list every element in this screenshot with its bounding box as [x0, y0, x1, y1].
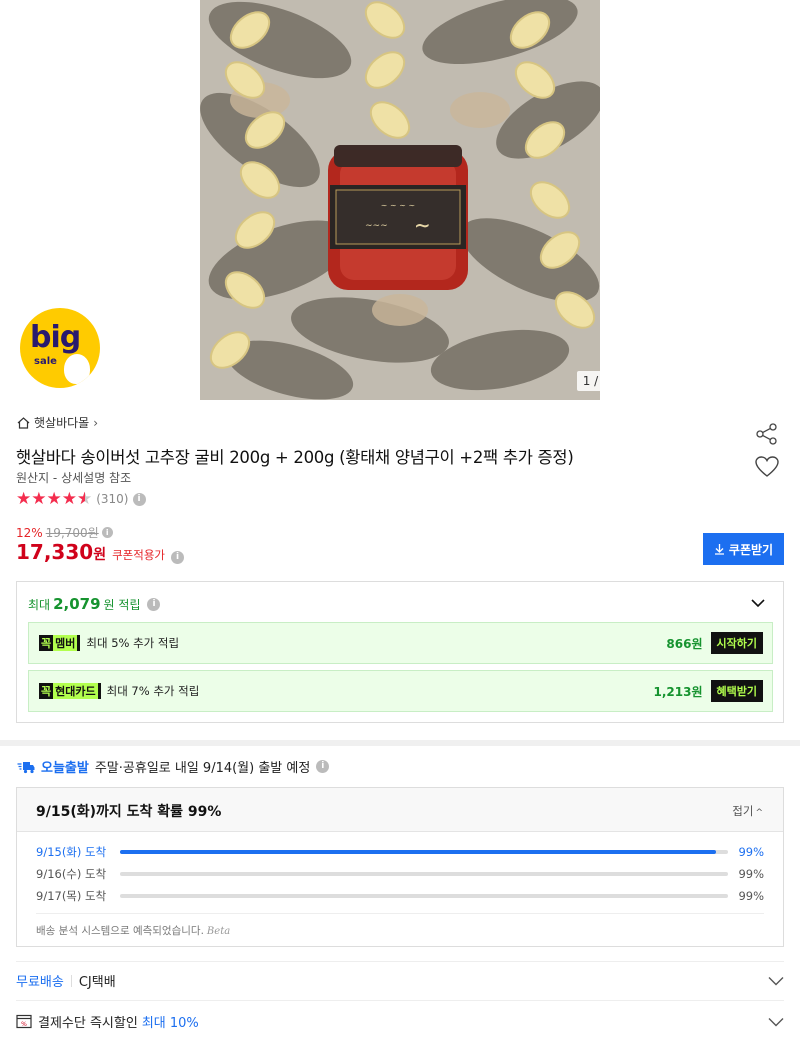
divider: [36, 913, 764, 914]
big-sale-badge: big sale: [20, 308, 100, 388]
tag-highlight: 현대카드: [53, 683, 98, 699]
chevron-right-icon: ›: [93, 415, 99, 430]
review-count: (310): [96, 492, 129, 506]
points-amount: 2,079: [53, 595, 101, 613]
member-tag: 꼭 멤버: [39, 635, 81, 651]
arrival-line-label: 9/17(목) 도착: [36, 889, 107, 903]
prediction-note: 배송 분석 시스템으로 예측되었습니다. Beta: [36, 923, 230, 938]
svg-text:∼: ∼: [414, 213, 431, 237]
price-unit: 원: [93, 547, 107, 563]
point-row-value: 1,213원: [653, 684, 703, 699]
point-row-member: 꼭 멤버 최대 5% 추가 적립 866원 시작하기: [28, 622, 773, 664]
chevron-down-icon[interactable]: [768, 1017, 784, 1027]
tag-prefix: 꼭: [41, 637, 52, 650]
arrival-line-label: 9/15(화) 도착: [36, 845, 107, 859]
home-icon: [17, 416, 30, 429]
card-tag: 꼭 현대카드: [39, 683, 101, 699]
payment-discount-text: 결제수단 즉시할인: [38, 1016, 138, 1031]
free-shipping-row[interactable]: 무료배송 CJ택배: [16, 961, 784, 999]
payment-discount-max: 최대 10%: [141, 1016, 199, 1031]
points-box: 최대 2,079 원 적립 i 꼭 멤버 최대 5% 추가 적립 866원 시작하…: [16, 581, 784, 723]
fold-button[interactable]: 접기 ^: [732, 803, 763, 819]
product-image[interactable]: ∼ ∼ ∼ ∼ ∼∼∼ ∼ 1 / 11: [200, 0, 600, 400]
info-icon[interactable]: i: [132, 492, 146, 506]
tag-prefix: 꼭: [41, 685, 52, 698]
product-photo: ∼ ∼ ∼ ∼ ∼∼∼ ∼: [200, 0, 600, 400]
benefit-button[interactable]: 혜택받기: [710, 680, 763, 702]
arrival-line: 9/17(목) 도착 99%: [36, 888, 764, 904]
point-row-desc: 최대 7% 추가 적립: [106, 684, 200, 698]
arrival-line-percent: 99%: [738, 845, 764, 859]
free-shipping-label: 무료배송: [16, 975, 64, 990]
product-origin: 원산지 - 상세설명 참조: [16, 471, 132, 485]
point-row-card: 꼭 현대카드 최대 7% 추가 적립 1,213원 혜택받기: [28, 670, 773, 712]
rating-row[interactable]: ★★★★★★ (310) i: [16, 489, 146, 509]
arrival-line-percent: 99%: [738, 889, 764, 903]
fold-label: 접기: [732, 804, 754, 818]
arrival-line: 9/16(수) 도착 99%: [36, 866, 764, 882]
rating-stars: ★★★★★★: [16, 489, 93, 509]
today-shipping-row: 오늘출발 주말·공휴일로 내일 9/14(월) 출발 예정 i: [17, 757, 330, 776]
badge-sale-text: sale: [34, 356, 57, 367]
arrival-line-label: 9/16(수) 도착: [36, 867, 107, 881]
coupon-button-label: 쿠폰받기: [728, 542, 774, 557]
prediction-note-text: 배송 분석 시스템으로 예측되었습니다.: [36, 925, 204, 937]
tag-highlight: 멤버: [53, 635, 78, 651]
payment-discount-row[interactable]: % 결제수단 즉시할인 최대 10%: [16, 1000, 784, 1042]
arrival-estimate-box: 9/15(화)까지 도착 확률 99% 접기 ^ 9/15(화) 도착 99% 9…: [16, 787, 784, 947]
original-price: 19,700원: [45, 526, 99, 540]
points-prefix: 최대: [28, 597, 51, 612]
arrival-probability-bar: [120, 894, 728, 898]
arrival-probability-bar: [120, 850, 728, 854]
section-divider: [0, 740, 800, 746]
arrival-line-percent: 99%: [738, 867, 764, 881]
fast-delivery-icon: [17, 761, 35, 773]
info-icon[interactable]: i: [147, 597, 161, 611]
arrival-line: 9/15(화) 도착 99%: [36, 844, 764, 860]
point-row-value: 866원: [666, 636, 703, 651]
card-icon: %: [16, 1014, 32, 1029]
point-row-desc: 최대 5% 추가 적립: [86, 636, 180, 650]
arrival-estimate-title: 9/15(화)까지 도착 확률 99%: [36, 804, 222, 820]
svg-text:∼∼∼: ∼∼∼: [365, 221, 388, 231]
info-icon[interactable]: i: [101, 527, 113, 538]
image-counter: 1 / 11: [577, 371, 600, 391]
discount-rate: 12%: [16, 525, 43, 540]
sale-price: 17,330: [16, 540, 94, 564]
shipping-schedule: 주말·공휴일로 내일 9/14(월) 출발 예정: [94, 761, 311, 776]
start-button[interactable]: 시작하기: [710, 632, 763, 654]
heart-icon[interactable]: [754, 455, 780, 479]
chevron-up-icon: ^: [755, 808, 763, 818]
carrier-name: CJ택배: [78, 975, 116, 990]
points-suffix: 원 적립: [103, 597, 141, 612]
info-icon[interactable]: i: [170, 551, 184, 564]
share-icon[interactable]: [754, 421, 780, 447]
info-icon[interactable]: i: [316, 760, 330, 773]
today-shipping-tag: 오늘출발: [41, 761, 89, 776]
arrival-probability-bar: [120, 872, 728, 876]
divider: [70, 974, 72, 987]
download-icon: [714, 544, 724, 555]
chevron-down-icon[interactable]: [751, 599, 765, 608]
svg-text:%: %: [21, 1021, 27, 1028]
coupon-download-button[interactable]: 쿠폰받기: [703, 533, 784, 565]
seller-link[interactable]: 햇살바다몰 ›: [17, 414, 98, 431]
points-header[interactable]: 최대 2,079 원 적립 i: [28, 595, 161, 613]
seller-name: 햇살바다몰: [34, 416, 90, 430]
bunny-mascot-icon: [64, 354, 90, 384]
arrival-probability-fill: [120, 850, 716, 854]
svg-text:∼ ∼ ∼ ∼: ∼ ∼ ∼ ∼: [381, 201, 415, 210]
discount-row: 12% 19,700원 i: [16, 524, 113, 541]
coupon-price-label: 쿠폰적용가: [112, 548, 165, 562]
chevron-down-icon[interactable]: [768, 976, 784, 986]
badge-big-text: big: [30, 320, 81, 355]
arrival-estimate-header: 9/15(화)까지 도착 확률 99% 접기 ^: [17, 788, 783, 832]
price-row: 17,330원 쿠폰적용가 i: [16, 540, 184, 564]
beta-label: Beta: [206, 926, 231, 937]
product-title: 햇살바다 송이버섯 고추장 굴비 200g + 200g (황태채 양념구이 +…: [16, 448, 574, 467]
